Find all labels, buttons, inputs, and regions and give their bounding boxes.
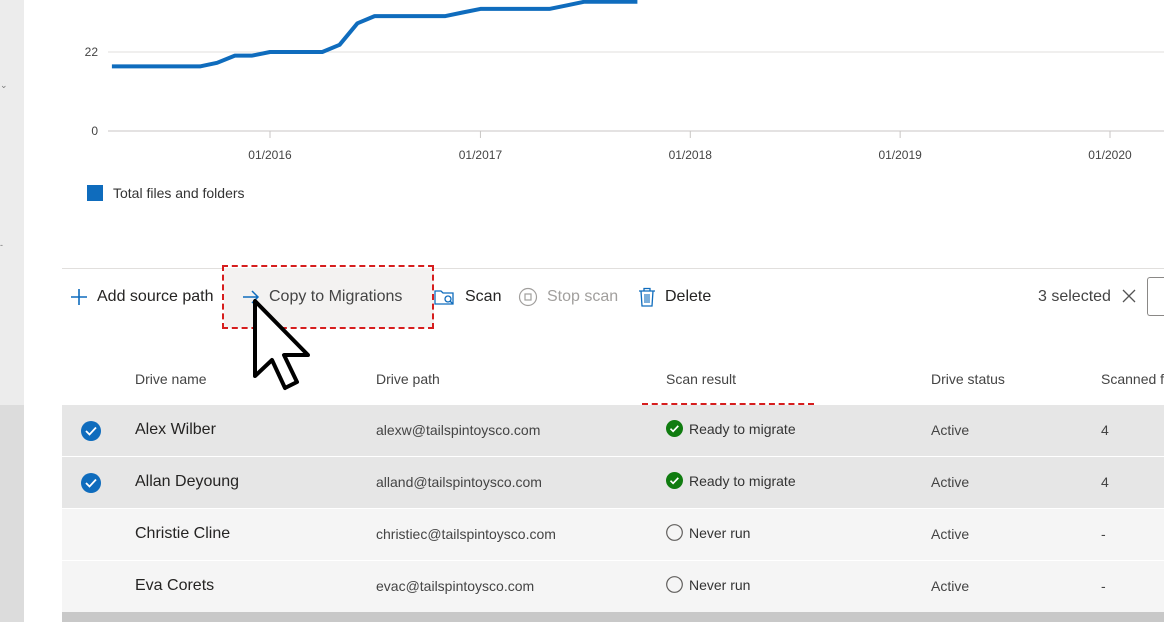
stop-scan-label: Stop scan: [547, 288, 619, 305]
files-over-time-chart: 01/2016 01/2017 01/2018 01/2019 01/2020 0 22: [85, 0, 1164, 162]
folder-search-icon: [434, 288, 456, 306]
drive-status-cell: Active: [931, 578, 970, 594]
scanned-count-cell: 4: [1101, 422, 1109, 438]
col-header-drive-path[interactable]: Drive path: [376, 371, 440, 387]
scan-result-text: Ready to migrate: [689, 472, 796, 489]
table-row[interactable]: Alex Wilber alexw@tailspintoysco.com Rea…: [62, 405, 1164, 457]
table-row[interactable]: Christie Cline christiec@tailspintoysco.…: [62, 509, 1164, 561]
legend-label: Total files and folders: [113, 185, 245, 201]
scan-result-cell: Ready to migrate: [666, 472, 796, 489]
success-check-icon: [666, 472, 683, 489]
selected-count: 3 selected: [1038, 288, 1111, 305]
scanned-count-cell: -: [1101, 526, 1106, 542]
scan-result-cell: Never run: [666, 524, 750, 541]
rail-chevron-icon[interactable]: ⌄: [0, 80, 8, 91]
scanned-count-cell: -: [1101, 578, 1106, 594]
drive-path-cell: alland@tailspintoysco.com: [376, 474, 542, 490]
rail-bottom-shade: [0, 405, 24, 622]
col-header-scan-result[interactable]: Scan result: [666, 371, 736, 387]
drive-name-cell: Christie Cline: [135, 525, 231, 542]
plus-icon: [70, 288, 88, 306]
left-rail: ⌄ -: [0, 0, 24, 622]
success-check-icon: [666, 420, 683, 437]
next-row-partial: [62, 612, 1164, 622]
drive-status-cell: Active: [931, 474, 970, 490]
row-checkbox-checked-icon[interactable]: [81, 421, 101, 441]
drive-name-cell: Allan Deyoung: [135, 473, 240, 490]
scanned-count-cell: 4: [1101, 474, 1109, 490]
x-tick-label: 01/2018: [669, 148, 713, 162]
drive-status-cell: Active: [931, 526, 970, 542]
rail-dash: -: [0, 240, 3, 250]
view-options-button[interactable]: [1147, 277, 1164, 316]
col-header-drive-status[interactable]: Drive status: [931, 371, 1005, 387]
drive-path-cell: alexw@tailspintoysco.com: [376, 422, 541, 438]
scan-label: Scan: [465, 288, 502, 305]
x-tick-label: 01/2017: [459, 148, 503, 162]
table-row[interactable]: Eva Corets evac@tailspintoysco.com Never…: [62, 561, 1164, 613]
add-source-path-button[interactable]: Add source path: [70, 284, 214, 310]
delete-button[interactable]: Delete: [638, 284, 711, 310]
col-header-drive-name[interactable]: Drive name: [135, 371, 207, 387]
y-tick-label: 22: [85, 45, 99, 59]
stop-scan-button[interactable]: Stop scan: [518, 284, 618, 310]
scan-result-text: Never run: [689, 524, 751, 541]
drive-name-cell: Eva Corets: [135, 577, 215, 594]
row-checkbox-checked-icon[interactable]: [81, 473, 101, 493]
screenshot-stage: ⌄ - 01/2016 01/2017 01/2018 01/2019 01/2020 …: [0, 0, 1164, 622]
scan-result-text: Never run: [689, 576, 751, 593]
drive-path-cell: christiec@tailspintoysco.com: [376, 526, 556, 542]
clear-selection-icon[interactable]: [1120, 285, 1138, 307]
table-row[interactable]: Allan Deyoung alland@tailspintoysco.com …: [62, 457, 1164, 509]
legend-swatch: [87, 185, 103, 201]
scan-result-cell: Ready to migrate: [666, 420, 796, 437]
drive-status-cell: Active: [931, 422, 970, 438]
x-tick-label: 01/2019: [878, 148, 922, 162]
y-tick-label: 0: [91, 124, 98, 138]
drive-path-cell: evac@tailspintoysco.com: [376, 578, 535, 594]
empty-circle-icon: [666, 524, 683, 541]
col-header-scanned[interactable]: Scanned f: [1101, 371, 1164, 387]
scan-result-cell: Never run: [666, 576, 750, 593]
add-source-path-label: Add source path: [97, 288, 214, 305]
chart-legend: Total files and folders: [87, 184, 245, 202]
empty-circle-icon: [666, 576, 683, 593]
x-tick-label: 01/2020: [1088, 148, 1132, 162]
main-panel: 01/2016 01/2017 01/2018 01/2019 01/2020 0 22 …: [24, 0, 1164, 622]
trash-icon: [638, 287, 656, 307]
mouse-pointer-icon: [253, 299, 310, 390]
delete-label: Delete: [665, 288, 712, 305]
scan-button[interactable]: Scan: [434, 284, 501, 310]
stop-icon: [518, 287, 538, 307]
series-line-total-files-and-folders: [111, 0, 638, 69]
drive-name-cell: Alex Wilber: [135, 421, 216, 438]
scan-result-text: Ready to migrate: [689, 420, 796, 437]
x-tick-label: 01/2016: [248, 148, 292, 162]
